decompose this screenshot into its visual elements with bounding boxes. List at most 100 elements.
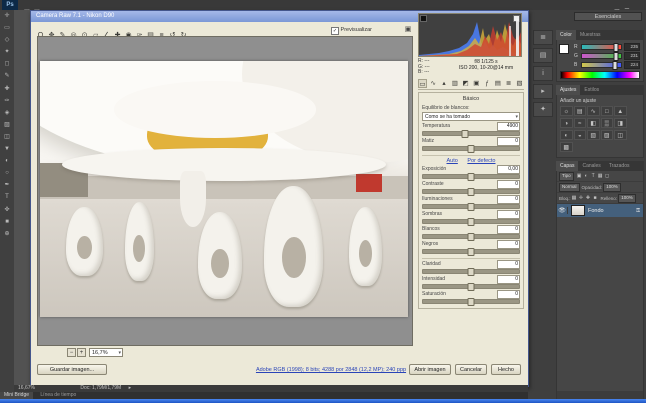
slider-blancos-thumb[interactable]	[468, 233, 475, 241]
tab-capas[interactable]: Capas	[556, 161, 578, 171]
slider-matiz-track[interactable]	[422, 146, 520, 151]
slider-exposicion-track[interactable]	[422, 174, 520, 179]
adj-brightness-contrast-icon[interactable]: ☼	[560, 106, 573, 116]
clone-stamp-tool[interactable]: ◈	[0, 107, 14, 119]
zoom-in-button[interactable]: +	[77, 348, 86, 357]
zoom-out-button[interactable]: −	[67, 348, 76, 357]
filter-shape-icon[interactable]: ▦	[597, 173, 604, 179]
slider-iluminaciones-thumb[interactable]	[468, 203, 475, 211]
foreground-swatch[interactable]	[559, 44, 569, 54]
slider-exposicion-value[interactable]: 0,00	[497, 165, 520, 174]
slider-intensidad-thumb[interactable]	[468, 283, 475, 291]
tab-tone-curve-icon[interactable]: ∿	[429, 79, 438, 88]
blur-tool[interactable]: ◐	[0, 155, 14, 167]
windows-taskbar-edge[interactable]	[0, 399, 646, 403]
slider-temperatura-value[interactable]: 4900	[497, 122, 520, 131]
slider-contraste-value[interactable]: 0	[497, 180, 520, 189]
marquee-tool[interactable]: ▭	[0, 22, 14, 34]
slider-contraste-track[interactable]	[422, 189, 520, 194]
cancel-button[interactable]: Cancelar	[455, 364, 487, 375]
adj-exposure-icon[interactable]: □	[601, 106, 614, 116]
layer-visibility-icon[interactable]: 👁	[557, 207, 568, 214]
slider-claridad-value[interactable]: 0	[497, 260, 520, 269]
adj-color-balance-icon[interactable]: ≈	[574, 118, 587, 128]
slider-exposicion-thumb[interactable]	[468, 173, 475, 181]
history-panel-icon[interactable]: ≣	[533, 30, 553, 45]
slider-blancos-track[interactable]	[422, 234, 520, 239]
tab-color[interactable]: Color	[556, 30, 576, 40]
done-button[interactable]: Hecho	[491, 364, 521, 375]
adj-curves-icon[interactable]: ∿	[587, 106, 600, 116]
slider-intensidad-track[interactable]	[422, 284, 520, 289]
preview-checkbox[interactable]: ✓	[331, 27, 339, 35]
eraser-tool[interactable]: ◫	[0, 131, 14, 143]
zoom-level-select[interactable]: 16,7%▾	[89, 348, 123, 357]
adj-hue-saturation-icon[interactable]: ◑	[560, 118, 573, 128]
adj-color-lookup-icon[interactable]: ◐	[560, 130, 573, 140]
adj-invert-icon[interactable]: ◒	[574, 130, 587, 140]
adj-posterize-icon[interactable]: ▧	[587, 130, 600, 140]
slider-temperatura-track[interactable]	[422, 131, 520, 136]
type-tool[interactable]: T	[0, 191, 14, 203]
adj-channel-mixer-icon[interactable]: ◨	[614, 118, 627, 128]
tab-lens-corrections-icon[interactable]: ▣	[472, 79, 481, 88]
slider-negros-track[interactable]	[422, 249, 520, 254]
lasso-tool[interactable]: ◇	[0, 34, 14, 46]
tab-split-toning-icon[interactable]: ◩	[461, 79, 470, 88]
tab-camera-calibration-icon[interactable]: ▤	[493, 79, 502, 88]
healing-brush-tool[interactable]: ✚	[0, 83, 14, 95]
pen-tool[interactable]: ✒	[0, 179, 14, 191]
adj-selective-color-icon[interactable]: ▩	[560, 142, 573, 152]
crop-tool[interactable]: ◻	[0, 58, 14, 70]
slider-matiz-value[interactable]: 0	[497, 137, 520, 146]
layer-thumbnail[interactable]	[571, 205, 585, 216]
lock-position-icon[interactable]: ✚	[585, 195, 592, 201]
tab-trazados[interactable]: Trazados	[605, 161, 634, 171]
slider-saturacion-track[interactable]	[422, 299, 520, 304]
open-image-button[interactable]: Abrir imagen	[409, 364, 451, 375]
status-flyout-arrow[interactable]: ▸	[129, 385, 132, 391]
adj-gradient-map-icon[interactable]: ◫	[614, 130, 627, 140]
tab-basic-icon[interactable]: ▭	[418, 79, 427, 88]
brush-panel-icon[interactable]: ✦	[533, 102, 553, 117]
actions-panel-icon[interactable]: ▸	[533, 84, 553, 99]
shape-tool[interactable]: ■	[0, 216, 14, 228]
adj-levels-icon[interactable]: ▤	[574, 106, 587, 116]
tab-presets-icon[interactable]: ≣	[504, 79, 513, 88]
lock-transparency-icon[interactable]: ▦	[571, 195, 578, 201]
filter-pixel-icon[interactable]: ▣	[576, 173, 583, 179]
info-panel-icon[interactable]: i	[533, 66, 553, 81]
filter-smartobject-icon[interactable]: ◻	[604, 173, 611, 179]
slider-blancos-value[interactable]: 0	[497, 225, 520, 234]
photo-preview[interactable]	[40, 61, 408, 317]
slider-sombras-thumb[interactable]	[468, 218, 475, 226]
slider-temperatura-thumb[interactable]	[462, 130, 469, 138]
tab-mini-bridge[interactable]: Mini Bridge	[0, 392, 33, 399]
channel-b-slider[interactable]	[581, 62, 622, 68]
slider-saturacion-value[interactable]: 0	[497, 290, 520, 299]
tab-ajustes[interactable]: Ajustes	[556, 85, 580, 95]
save-image-button[interactable]: Guardar imagen...	[37, 364, 107, 375]
slider-saturacion-thumb[interactable]	[468, 298, 475, 306]
slider-claridad-thumb[interactable]	[468, 268, 475, 276]
layer-filter-kind-select[interactable]: Tipo	[559, 172, 574, 181]
tab-effects-icon[interactable]: ƒ	[483, 79, 492, 88]
history-brush-tool[interactable]: ▨	[0, 119, 14, 131]
zoom-tool[interactable]: ⊕	[0, 228, 14, 240]
channel-r-slider[interactable]	[581, 44, 622, 50]
adj-threshold-icon[interactable]: ▨	[601, 130, 614, 140]
slider-claridad-track[interactable]	[422, 269, 520, 274]
eyedropper-tool[interactable]: ✎	[0, 70, 14, 82]
layer-row-background[interactable]: 👁 Fondo ⚿	[557, 204, 643, 217]
channel-g-slider[interactable]	[581, 53, 622, 59]
slider-negros-thumb[interactable]	[468, 248, 475, 256]
auto-link[interactable]: Auto	[447, 158, 458, 164]
tab-canales[interactable]: Canales	[578, 161, 604, 171]
channel-r-value[interactable]: 235	[624, 43, 640, 51]
filter-type-icon[interactable]: T	[590, 173, 597, 179]
properties-panel-icon[interactable]: ▤	[533, 48, 553, 63]
slider-negros-value[interactable]: 0	[497, 240, 520, 249]
tab-estilos[interactable]: Estilos	[580, 85, 603, 95]
white-balance-select[interactable]: Como se ha tomado▾	[422, 112, 520, 121]
status-zoom[interactable]: 16,67%	[18, 385, 35, 391]
